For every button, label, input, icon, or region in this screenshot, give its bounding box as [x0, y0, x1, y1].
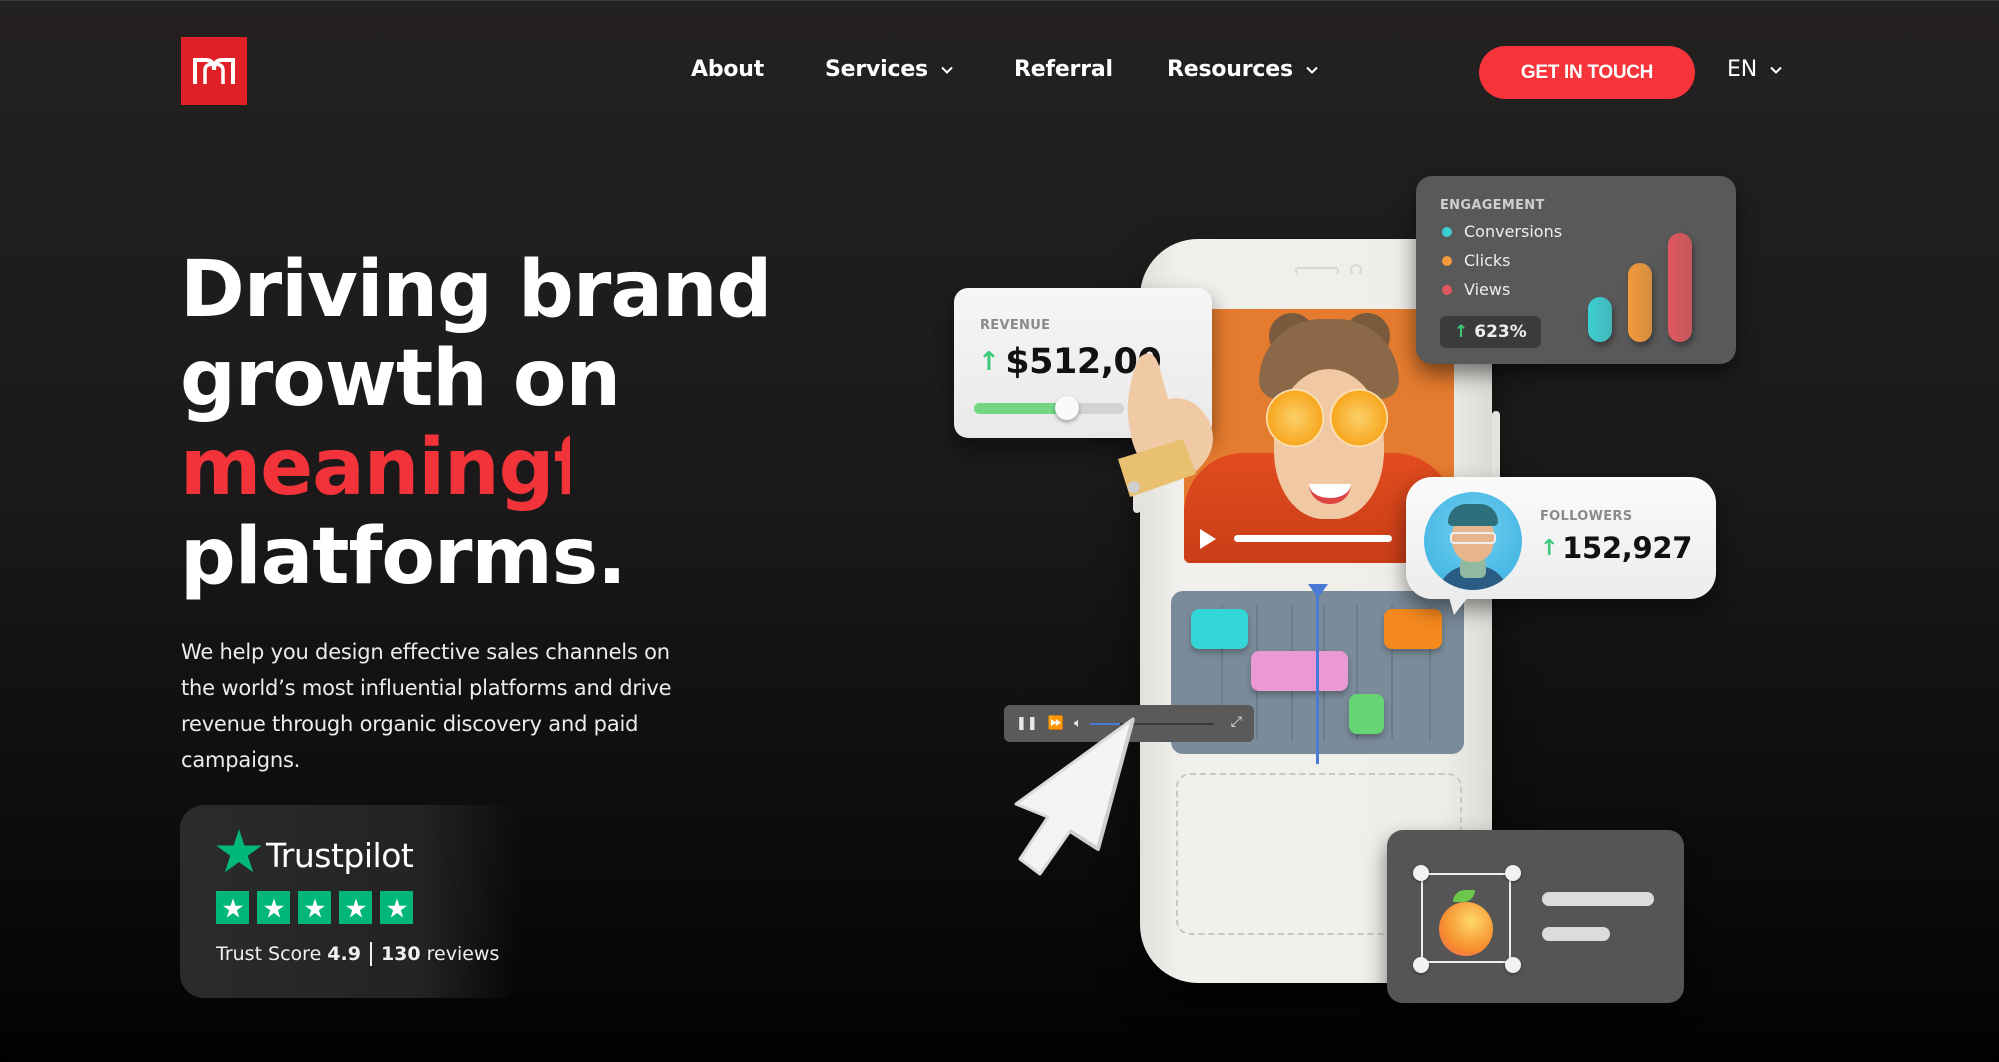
legend-dot [1442, 255, 1452, 266]
followers-count: 152,927 [1562, 531, 1693, 565]
legend-dot [1442, 284, 1452, 295]
avatar-glasses [1450, 532, 1496, 544]
playhead-marker-icon[interactable] [1308, 584, 1328, 598]
engagement-label: ENGAGEMENT [1440, 198, 1545, 213]
followers-card: FOLLOWERS ↑ 152,927 [1406, 477, 1716, 615]
nav-services-label: Services [825, 57, 928, 82]
chevron-down-icon [1770, 66, 1782, 74]
revenue-slider-knob[interactable] [1055, 396, 1079, 420]
headline-line-1: Driving brand [180, 245, 772, 335]
star-icon [339, 891, 372, 924]
resize-handle[interactable] [1505, 865, 1521, 881]
avatar-cap [1448, 504, 1498, 526]
video-progress-bar[interactable] [1234, 535, 1392, 542]
engagement-bar-clicks [1628, 263, 1652, 342]
trust-score: Trust Score 4.9 130 reviews [216, 942, 499, 966]
engagement-card: ENGAGEMENT Conversions Clicks Views ↑ 62… [1416, 176, 1736, 364]
hand-illustration-icon [1118, 353, 1213, 497]
engagement-bar-views [1668, 233, 1692, 342]
timeline-playhead[interactable] [1316, 584, 1319, 764]
timeline-clip[interactable] [1349, 694, 1384, 734]
resize-handle[interactable] [1505, 957, 1521, 973]
timeline-clip[interactable] [1251, 651, 1348, 691]
phone-speaker [1295, 267, 1339, 275]
orange-slice-image [1330, 389, 1388, 447]
timeline-clip[interactable] [1191, 609, 1248, 649]
nav-about-label: About [691, 57, 765, 82]
chevron-down-icon [941, 66, 953, 74]
headline-line-2: growth on [180, 334, 621, 424]
logo[interactable] [181, 37, 247, 105]
star-icon [216, 891, 249, 924]
trustpilot-logo: Trustpilot [216, 829, 414, 875]
speech-bubble-tail [1446, 587, 1476, 615]
hero-headline: Driving brand growth on meaningful platf… [180, 245, 772, 602]
nav-referral[interactable]: Referral [1014, 57, 1113, 82]
legend-label: Views [1464, 280, 1511, 299]
engagement-bar-chart [1588, 206, 1698, 342]
timeline-clip[interactable] [1384, 609, 1442, 649]
orange-fruit-icon [1439, 902, 1493, 956]
divider [369, 942, 372, 966]
followers-label: FOLLOWERS [1540, 509, 1633, 524]
nav-resources-label: Resources [1167, 57, 1293, 82]
cursor-arrow-icon [1014, 717, 1135, 876]
asset-selection-card [1387, 830, 1684, 1003]
text-placeholder-line [1542, 892, 1654, 906]
legend-label: Conversions [1464, 222, 1563, 241]
reviews-label: reviews [426, 943, 500, 965]
headline-line-4: platforms. [180, 512, 627, 602]
fullscreen-icon[interactable]: ⤢ [1231, 714, 1242, 730]
m-arch-logo-icon [193, 58, 235, 84]
star-icon [257, 891, 290, 924]
language-label: EN [1727, 57, 1757, 82]
nav-services[interactable]: Services [825, 57, 954, 82]
page: About Services Referral Resources GET IN… [0, 0, 1999, 1062]
legend-dot [1442, 226, 1452, 237]
arrow-up-icon: ↑ [1454, 322, 1469, 342]
trustpilot-wordmark: Trustpilot [266, 836, 414, 875]
nav-referral-label: Referral [1014, 57, 1113, 82]
get-in-touch-button[interactable]: GET IN TOUCH [1479, 46, 1695, 99]
engagement-bar-conversions [1588, 297, 1612, 342]
legend-item: Conversions [1442, 222, 1562, 241]
arrow-up-icon: ↑ [978, 347, 1000, 377]
followers-value: ↑ 152,927 [1540, 531, 1692, 565]
engagement-change-value: 623% [1474, 322, 1527, 342]
star-icon [298, 891, 331, 924]
chevron-down-icon [1306, 66, 1318, 74]
resize-handle[interactable] [1413, 865, 1429, 881]
avatar [1424, 492, 1522, 590]
trustpilot-widget[interactable]: Trustpilot Trust Score 4.9 130 reviews [180, 805, 520, 998]
headline-highlight: meaningful [180, 424, 570, 513]
star-icon [380, 891, 413, 924]
engagement-change-badge: ↑ 623% [1440, 316, 1541, 348]
hero-subtext: We help you design effective sales chann… [181, 640, 672, 772]
trust-score-label: Trust Score [216, 943, 322, 965]
language-selector[interactable]: EN [1727, 57, 1783, 82]
arrow-up-icon: ↑ [1540, 535, 1559, 561]
revenue-slider-fill [974, 403, 1067, 414]
legend-label: Clicks [1464, 251, 1511, 270]
play-icon[interactable] [1200, 529, 1216, 549]
orange-slice-image [1266, 389, 1324, 447]
trustpilot-star-icon [216, 829, 262, 873]
legend-item: Clicks [1442, 251, 1562, 270]
engagement-legend: Conversions Clicks Views [1442, 222, 1562, 299]
resize-handle[interactable] [1413, 957, 1429, 973]
revenue-label: REVENUE [980, 318, 1051, 333]
nav-about[interactable]: About [691, 57, 764, 82]
text-placeholder-line [1542, 927, 1610, 941]
trustpilot-rating-stars [216, 891, 413, 924]
reviews-count: 130 [380, 943, 421, 965]
trust-score-value: 4.9 [327, 943, 361, 965]
legend-item: Views [1442, 280, 1562, 299]
phone-camera [1350, 264, 1362, 276]
nav-resources[interactable]: Resources [1167, 57, 1319, 82]
